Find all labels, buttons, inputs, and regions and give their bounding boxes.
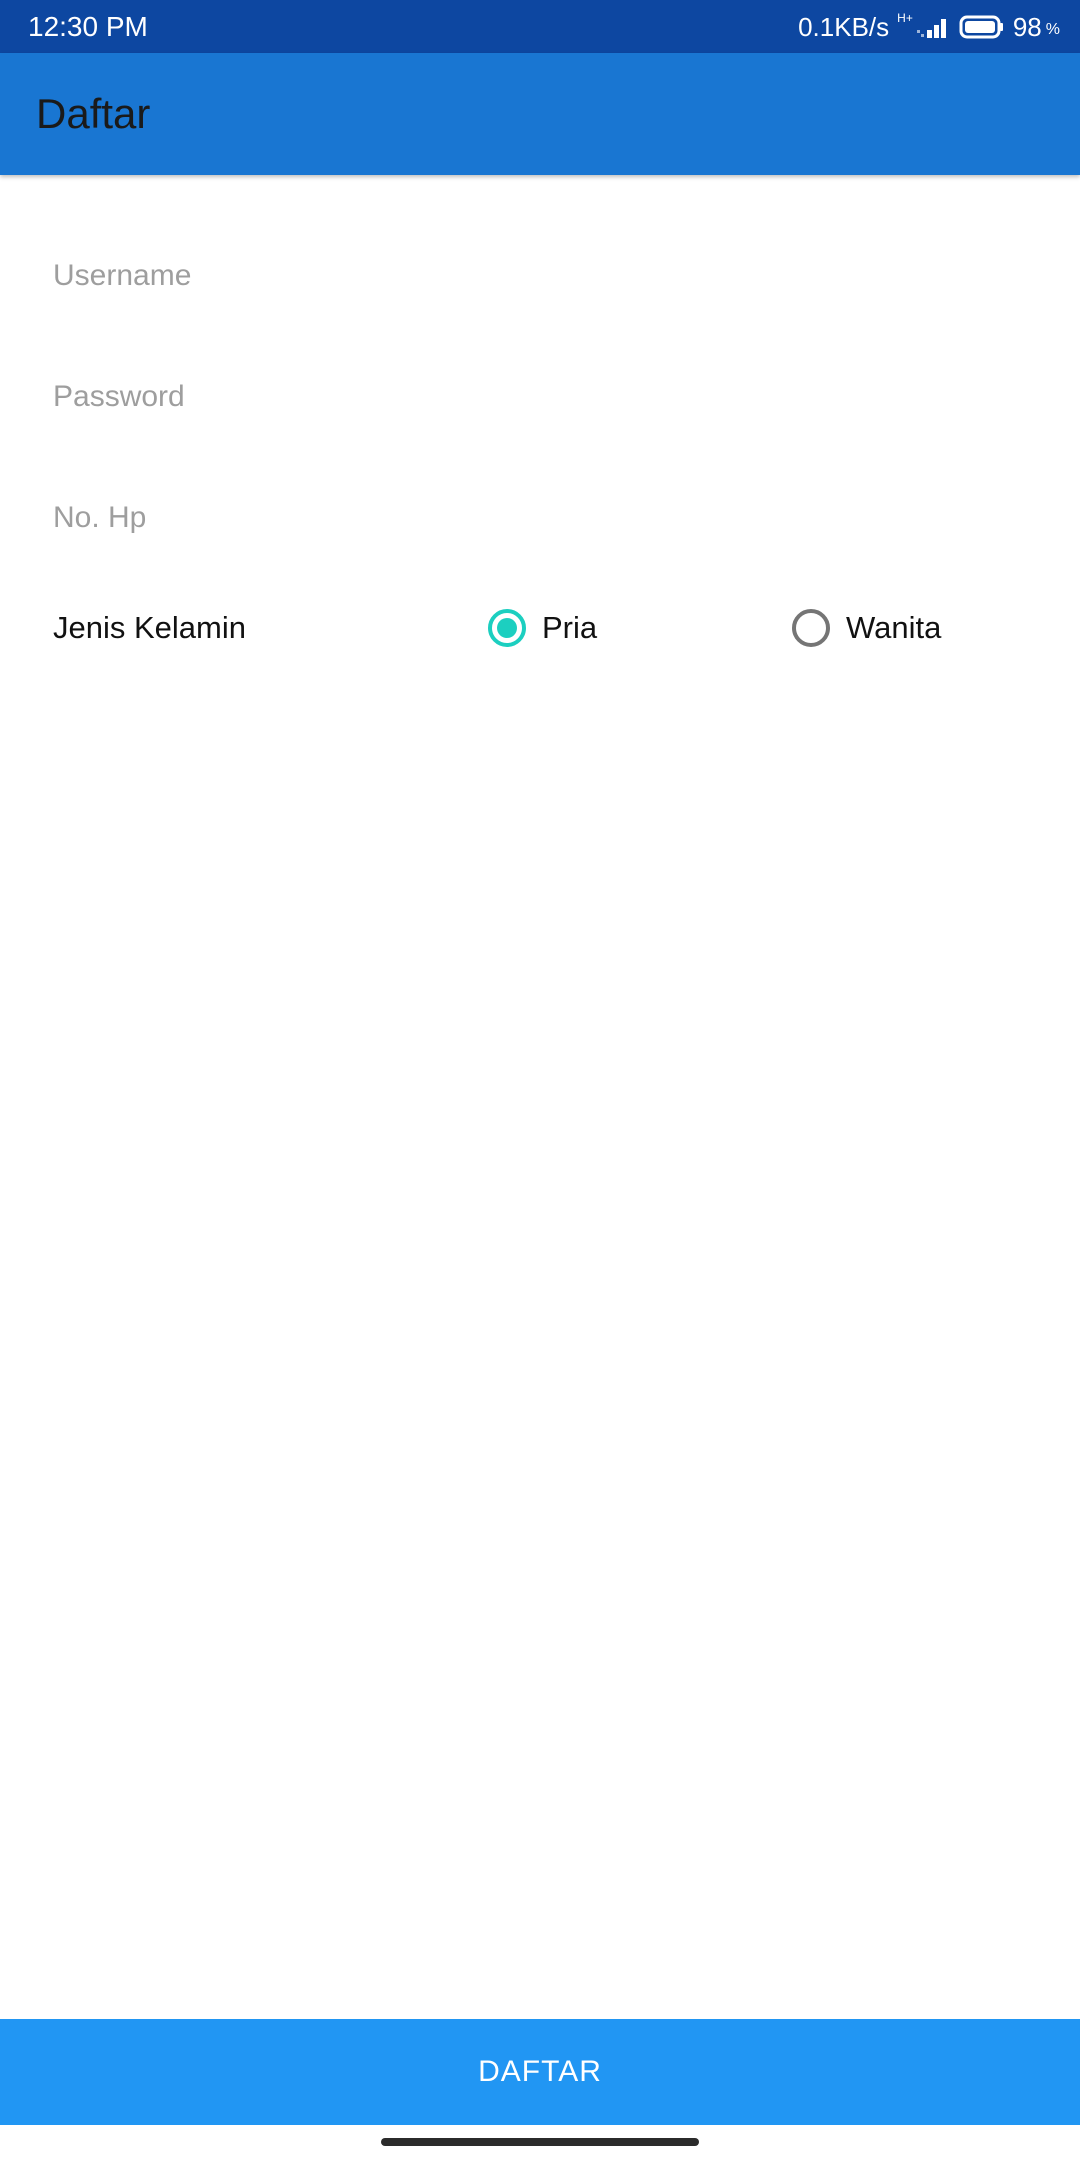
radio-pria-label[interactable]: Pria <box>542 610 597 646</box>
network-type: H+ <box>897 11 913 25</box>
password-input[interactable] <box>53 362 1033 432</box>
daftar-button[interactable]: DAFTAR <box>0 2019 1080 2125</box>
radio-wanita-label[interactable]: Wanita <box>846 610 941 646</box>
status-indicators: 0.1KB/s H+ 98 % <box>798 0 1060 53</box>
radio-wanita[interactable]: Wanita <box>792 603 941 653</box>
network-speed: 0.1KB/s <box>798 11 890 42</box>
radio-unchecked-icon[interactable] <box>792 609 830 647</box>
radio-pria[interactable]: Pria <box>488 603 597 653</box>
battery-icon <box>959 14 1005 40</box>
username-input[interactable] <box>53 241 1033 311</box>
page-title: Daftar <box>36 90 151 137</box>
radio-checked-icon[interactable] <box>488 609 526 647</box>
battery-level: 98 <box>1012 11 1042 42</box>
screen: 12:30 PM 0.1KB/s H+ 98 % Daftar Username… <box>0 0 1080 2160</box>
battery-unit: % <box>1045 20 1060 38</box>
app-bar: Daftar <box>0 53 1080 175</box>
status-time: 12:30 PM <box>28 11 148 42</box>
signal-icon <box>916 14 951 40</box>
gender-label: Jenis Kelamin <box>53 610 246 645</box>
phone-input[interactable] <box>53 483 1033 553</box>
gesture-bar[interactable] <box>381 2138 699 2146</box>
status-bar: 12:30 PM 0.1KB/s H+ 98 % <box>0 0 1080 53</box>
